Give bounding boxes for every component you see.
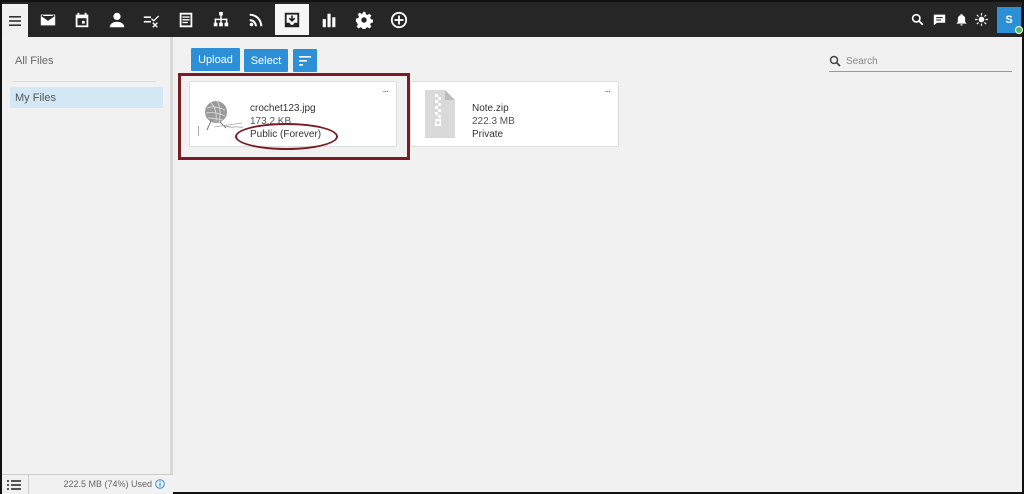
storage-usage: 222.5 MB (74%) Used (63, 479, 165, 489)
files-icon[interactable] (275, 4, 309, 35)
file-sharing-status: Private (472, 129, 504, 140)
search-input[interactable] (846, 55, 1006, 67)
footer-divider (28, 475, 29, 494)
search-icon (829, 55, 841, 67)
chat-icon[interactable] (931, 11, 947, 27)
online-status-dot (1015, 26, 1023, 34)
contacts-icon[interactable] (100, 4, 134, 35)
sidebar-divider (12, 81, 156, 82)
settings-icon[interactable] (347, 4, 381, 35)
reports-icon[interactable] (312, 4, 346, 35)
file-meta: Note.zip 222.3 MB Private (472, 102, 515, 141)
app-frame: S All Files My Files 222.5 MB (74%) Used… (0, 0, 1024, 494)
file-size: 222.3 MB (472, 116, 515, 127)
info-icon[interactable] (155, 479, 165, 489)
notes-icon[interactable] (169, 4, 203, 35)
upload-button[interactable]: Upload (191, 48, 240, 71)
annotation-highlight-ellipse (235, 123, 338, 150)
storage-usage-text: 222.5 MB (74%) Used (63, 479, 152, 489)
sort-button[interactable] (293, 49, 317, 72)
list-view-icon[interactable] (7, 479, 21, 491)
sidebar: All Files My Files 222.5 MB (74%) Used (2, 37, 173, 494)
mail-icon[interactable] (31, 4, 65, 35)
tasks-icon[interactable] (134, 4, 168, 35)
zip-file-icon (425, 90, 455, 138)
bell-icon[interactable] (953, 11, 969, 27)
rss-icon[interactable] (239, 4, 273, 35)
user-avatar[interactable]: S (997, 7, 1023, 34)
menu-icon[interactable] (2, 4, 28, 37)
sort-icon (299, 55, 311, 66)
avatar-initial: S (1005, 14, 1013, 26)
sidebar-item-all-files[interactable]: All Files (15, 55, 54, 67)
sidebar-footer: 222.5 MB (74%) Used (2, 474, 173, 494)
add-icon[interactable] (382, 4, 416, 35)
sidebar-item-my-files[interactable]: My Files (10, 87, 163, 108)
file-name: Note.zip (472, 103, 509, 114)
file-card[interactable]: Note.zip 222.3 MB Private ... (410, 81, 619, 147)
calendar-icon[interactable] (65, 4, 99, 35)
search-icon[interactable] (909, 11, 925, 27)
sitemap-icon[interactable] (204, 4, 238, 35)
search-field (829, 51, 1012, 72)
select-button[interactable]: Select (244, 49, 288, 72)
top-navigation-bar: S (2, 2, 1023, 37)
more-options-button[interactable]: ... (605, 85, 611, 95)
brightness-icon[interactable] (973, 11, 989, 27)
